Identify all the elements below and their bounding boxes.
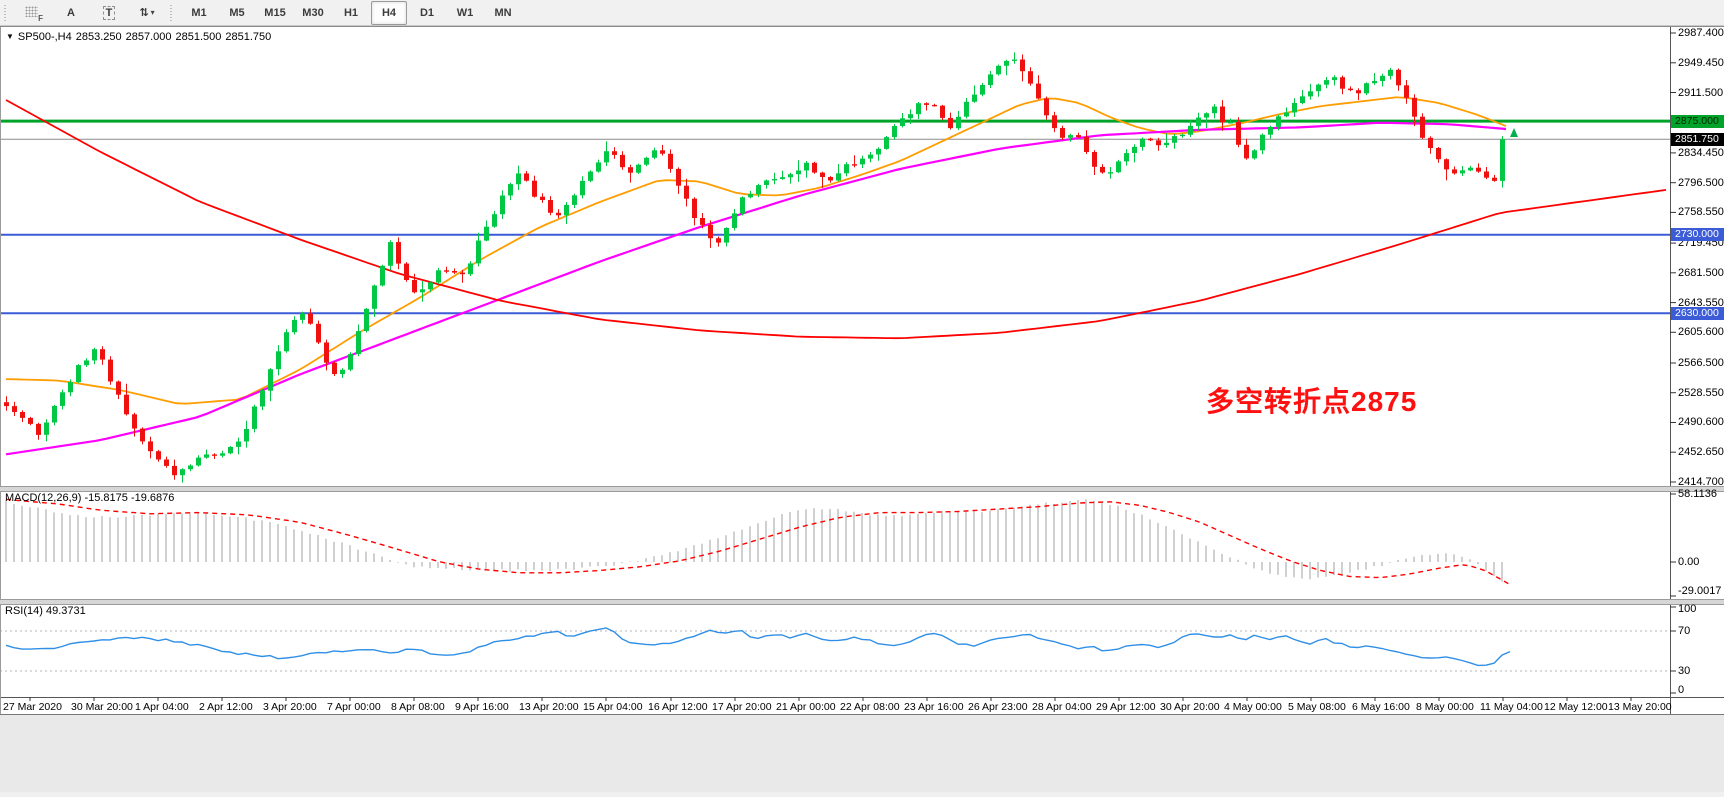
symbol-label: SP500-,H4 bbox=[18, 31, 72, 43]
chart-canvas[interactable] bbox=[0, 0, 1724, 797]
time-tick-label: 9 Apr 16:00 bbox=[455, 701, 509, 713]
time-tick-label: 21 Apr 00:00 bbox=[776, 701, 836, 713]
time-tick-label: 13 Apr 20:00 bbox=[519, 701, 579, 713]
time-tick-label: 7 Apr 00:00 bbox=[327, 701, 381, 713]
time-tick-label: 16 Apr 12:00 bbox=[648, 701, 708, 713]
ma-slow-red bbox=[6, 100, 1666, 338]
price-tick-label: 2452.650 bbox=[1678, 446, 1724, 458]
time-tick-label: 22 Apr 08:00 bbox=[840, 701, 900, 713]
price-tick-label: 2490.600 bbox=[1678, 416, 1724, 428]
close-value: 2851.750 bbox=[225, 31, 271, 43]
time-tick-label: 13 May 20:00 bbox=[1608, 701, 1672, 713]
annotation-text[interactable]: 多空转折点2875 bbox=[1206, 380, 1417, 420]
time-tick-label: 28 Apr 04:00 bbox=[1032, 701, 1092, 713]
time-tick-label: 29 Apr 12:00 bbox=[1096, 701, 1156, 713]
panel-separator[interactable] bbox=[0, 486, 1724, 492]
macd-indicator-label: MACD(12,26,9) -15.8175 -19.6876 bbox=[5, 492, 174, 504]
rsi-line bbox=[6, 628, 1510, 665]
rsi-tick-label: 70 bbox=[1678, 625, 1690, 637]
rsi-tick-label: 100 bbox=[1678, 603, 1696, 615]
time-tick-label: 30 Mar 20:00 bbox=[71, 701, 133, 713]
rsi-tick-label: 0 bbox=[1678, 684, 1684, 696]
time-tick-label: 30 Apr 20:00 bbox=[1160, 701, 1220, 713]
chart-menu-icon[interactable]: ▼ bbox=[6, 32, 14, 41]
time-tick-label: 17 Apr 20:00 bbox=[712, 701, 772, 713]
price-flag-2730.000: 2730.000 bbox=[1671, 228, 1724, 241]
macd-tick-label: 58.1136 bbox=[1678, 488, 1717, 500]
price-flag-2851.750: 2851.750 bbox=[1671, 133, 1724, 146]
time-tick-label: 3 Apr 20:00 bbox=[263, 701, 317, 713]
open-value: 2853.250 bbox=[76, 31, 122, 43]
time-tick-label: 27 Mar 2020 bbox=[3, 701, 62, 713]
price-tick-label: 2605.600 bbox=[1678, 326, 1724, 338]
macd-tick-label: 0.00 bbox=[1678, 556, 1699, 568]
ma-fast-orange bbox=[6, 97, 1506, 403]
price-tick-label: 2528.550 bbox=[1678, 387, 1724, 399]
low-value: 2851.500 bbox=[176, 31, 222, 43]
price-flag-2875.000: 2875.000 bbox=[1671, 115, 1724, 128]
price-tick-label: 2949.450 bbox=[1678, 57, 1724, 69]
time-tick-label: 8 Apr 08:00 bbox=[391, 701, 445, 713]
time-tick-label: 5 May 08:00 bbox=[1288, 701, 1346, 713]
rsi-indicator-label: RSI(14) 49.3731 bbox=[5, 605, 86, 617]
high-value: 2857.000 bbox=[126, 31, 172, 43]
price-tick-label: 2987.400 bbox=[1678, 27, 1724, 39]
time-tick-label: 4 May 00:00 bbox=[1224, 701, 1282, 713]
price-arrow-icon bbox=[1510, 128, 1518, 137]
time-tick-label: 23 Apr 16:00 bbox=[904, 701, 964, 713]
metatrader-chart-app: F A T ⇅ ▾ M1M5M15M30H1H4D1W1MN ▼SP500-,H… bbox=[0, 0, 1724, 792]
time-tick-label: 2 Apr 12:00 bbox=[199, 701, 253, 713]
time-tick-label: 12 May 12:00 bbox=[1544, 701, 1608, 713]
price-tick-label: 2911.500 bbox=[1678, 87, 1723, 99]
panel-separator[interactable] bbox=[0, 599, 1724, 605]
price-tick-label: 2834.450 bbox=[1678, 147, 1724, 159]
price-flag-2630.000: 2630.000 bbox=[1671, 307, 1724, 320]
price-tick-label: 2681.500 bbox=[1678, 267, 1724, 279]
time-tick-label: 11 May 04:00 bbox=[1480, 701, 1543, 713]
time-tick-label: 8 May 00:00 bbox=[1416, 701, 1474, 713]
time-tick-label: 26 Apr 23:00 bbox=[968, 701, 1028, 713]
price-tick-label: 2758.550 bbox=[1678, 206, 1724, 218]
symbol-ohlc-line: ▼ SP500-,H4 2853.250 2857.000 2851.5002851.7… bbox=[6, 31, 275, 43]
time-tick-label: 6 May 16:00 bbox=[1352, 701, 1410, 713]
price-tick-label: 2796.500 bbox=[1678, 177, 1724, 189]
time-tick-label: 15 Apr 04:00 bbox=[583, 701, 643, 713]
rsi-tick-label: 30 bbox=[1678, 665, 1690, 677]
price-tick-label: 2566.500 bbox=[1678, 357, 1724, 369]
price-tick-label: 2414.700 bbox=[1678, 476, 1724, 488]
time-tick-label: 1 Apr 04:00 bbox=[135, 701, 189, 713]
macd-tick-label: -29.0017 bbox=[1678, 585, 1721, 597]
